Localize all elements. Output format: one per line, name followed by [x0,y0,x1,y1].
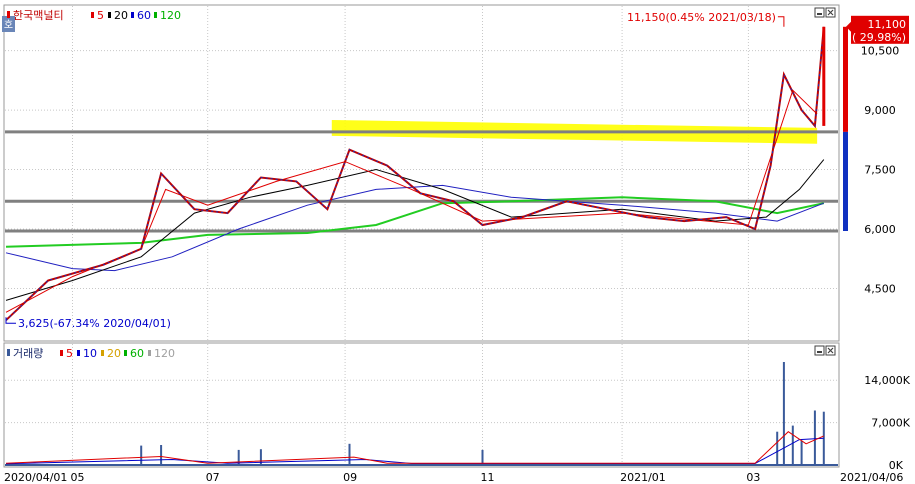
ma20-legend-label: 20 [114,9,128,22]
volume-bar [776,431,779,465]
volume-legend-marker [7,349,10,356]
volume-bar [782,362,785,465]
x-tick-label: 11 [481,471,495,484]
volume-bar [348,443,351,465]
volume-bar [813,410,816,465]
high-price-annotation: 11,150(0.45% 2021/03/18) [627,11,776,24]
price-tick-label: 10,500 [861,45,900,58]
minimize-icon[interactable] [814,345,825,356]
x-tick-label: 03 [746,471,760,484]
price-panel-frame [3,4,840,342]
x-tick-label: 09 [343,471,357,484]
ma20-legend-marker [108,12,111,18]
price-tick-label: 9,000 [864,104,896,117]
stock-chart-window: 11,150(0.45% 2021/03/18) 3,625(-67.34% 2… [2,4,911,484]
price-tick-label: 7,500 [864,164,896,177]
last-price-badge: 11,100 ( 29.98%) [846,15,909,44]
x-tick-label: 2021/01 [620,471,666,484]
vma10-legend-label: 10 [83,347,97,360]
vma10-legend-marker [77,350,80,356]
vma20-legend-label: 20 [107,347,121,360]
x-tick-label: 07 [206,471,220,484]
last-price-value: 11,100 [868,18,907,31]
ma5-legend-marker [91,12,94,18]
price-change-bar-red [843,26,848,132]
volume-bar [800,440,803,465]
zoom-toggle-icon: 호 [4,19,13,31]
vma20-legend-marker [101,350,104,356]
ma5-legend-label: 5 [97,9,104,22]
minimize-icon-bar [817,13,822,15]
vma5-legend-label: 5 [66,347,73,360]
volume-tick-label: 7,000K [871,417,910,430]
ma120-legend-label: 120 [160,9,181,22]
last-candle [822,26,826,126]
ma120-legend-marker [154,12,157,18]
minimize-icon[interactable] [814,7,825,18]
price-tick-label: 4,500 [864,283,896,296]
low-price-annotation: 3,625(-67.34% 2020/04/01) [18,317,171,330]
volume-y-axis: 0K 7,000K 14,000K [864,374,910,472]
ma60-legend-label: 60 [137,9,151,22]
x-tick-label: 2020/04/01 [4,471,67,484]
minimize-icon-bar [817,351,822,353]
volume-bar [160,445,163,465]
price-y-axis: 4,500 6,000 7,500 9,000 10,500 [861,45,900,296]
vma5-legend-marker [60,350,63,356]
volume-bar [140,445,143,465]
x-axis: 2020/04/01 05 07 09 11 2021/01 03 2021/0… [4,471,903,484]
volume-panel-frame [3,342,840,468]
x-tick-label: 2021/04/06 [840,471,903,484]
vma60-legend-marker [124,350,127,356]
price-tick-label: 6,000 [864,223,896,236]
volume-title: 거래량 [13,347,43,360]
vma60-legend-label: 60 [130,347,144,360]
vma120-legend-label: 120 [154,347,175,360]
legend-marker [7,11,10,18]
volume-bar [791,425,794,465]
price-change-bar-blue [843,131,848,231]
x-tick-label: 05 [71,471,85,484]
vma120-legend-marker [148,350,151,356]
last-price-change: ( 29.98%) [852,31,906,44]
volume-tick-label: 14,000K [864,374,910,387]
stock-name-label: 한국맥널티 [13,9,64,22]
ma60-legend-marker [131,12,134,18]
